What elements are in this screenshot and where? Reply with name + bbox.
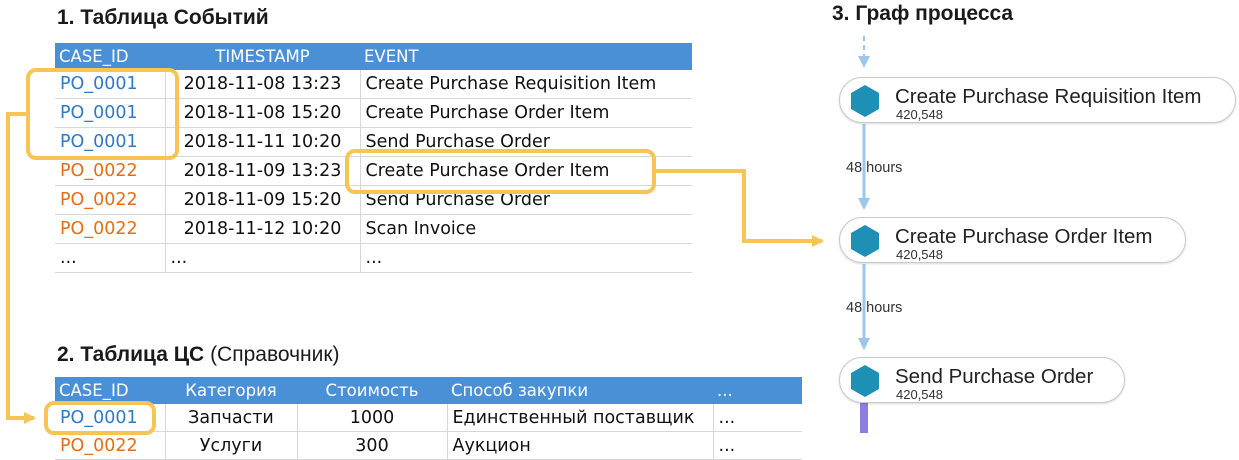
hexagon-icon [851, 85, 879, 117]
outgoing-edge [860, 403, 868, 433]
process-node[interactable]: Create Purchase Requisition Item 420,548 [839, 77, 1236, 123]
process-node[interactable]: Send Purchase Order 420,548 [839, 357, 1125, 403]
node-count: 420,548 [896, 107, 943, 122]
hexagon-icon [851, 365, 879, 397]
event-link-connector [656, 169, 824, 247]
node-label: Send Purchase Order [895, 365, 1094, 388]
hexagon-icon [851, 225, 879, 257]
edge-label: 48 hours [846, 160, 903, 176]
node-count: 420,548 [896, 247, 943, 262]
case-link-connector [6, 112, 36, 424]
process-node[interactable]: Create Purchase Order Item 420,548 [839, 217, 1186, 263]
edge-label: 48 hours [846, 300, 903, 316]
node-label: Create Purchase Order Item [895, 225, 1153, 248]
node-label: Create Purchase Requisition Item [895, 85, 1202, 108]
node-count: 420,548 [896, 387, 943, 402]
